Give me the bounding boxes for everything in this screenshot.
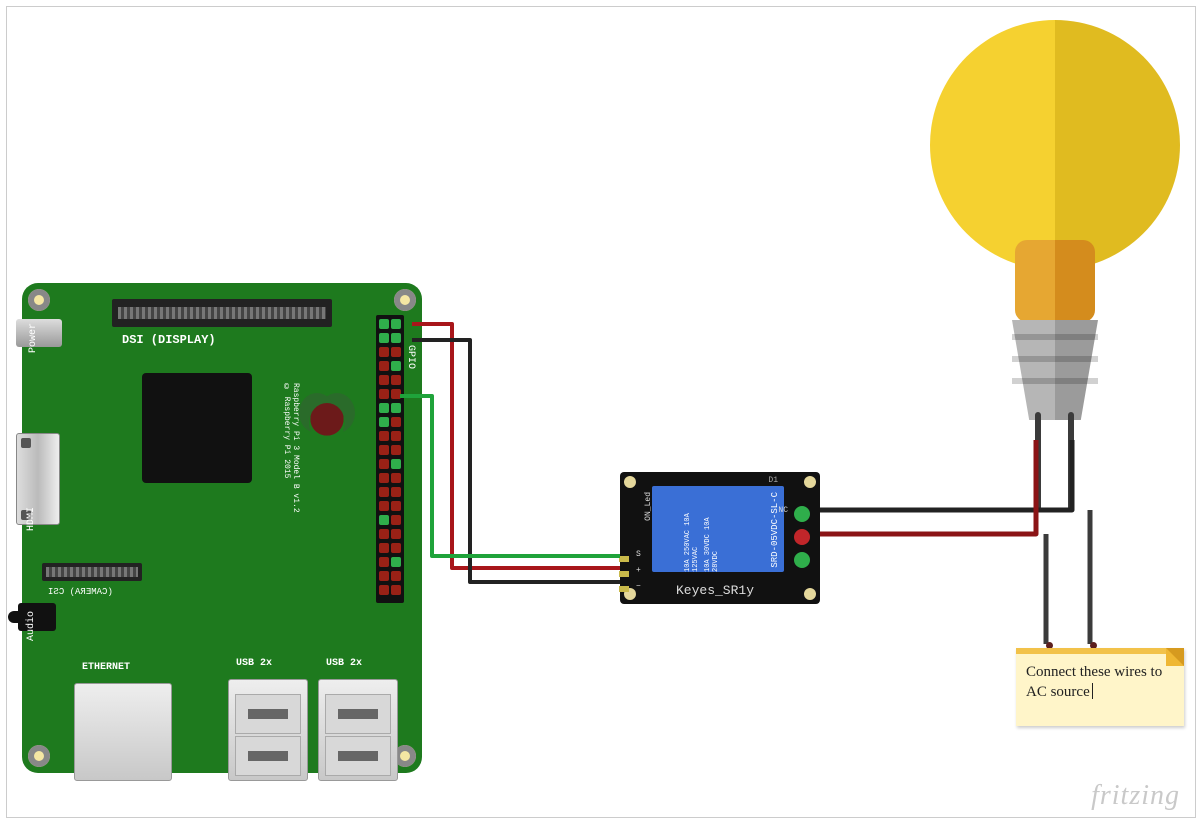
relay-body-text-1: SRD-05VDC-SL-C (770, 492, 780, 568)
gpio-pin-icon (379, 389, 389, 399)
gpio-pin-icon (379, 417, 389, 427)
diagram-canvas: Power DSI (DISPLAY) GPIO Raspberry Pi 3 … (0, 0, 1200, 822)
usb-port-icon (318, 679, 398, 781)
hdmi-port-icon (16, 433, 60, 525)
audio-jack-icon (18, 603, 56, 631)
text-cursor-icon (1092, 683, 1093, 699)
gpio-pin-icon (379, 473, 389, 483)
relay-body-icon: SRD-05VDC-SL-C 10A 250VAC 10A 125VAC 10A… (652, 486, 784, 572)
bulb-wire-icon (1035, 412, 1041, 512)
gpio-pin-icon (391, 501, 401, 511)
relay-body-text-2: 10A 250VAC 10A 125VAC (684, 496, 700, 572)
relay-module: ON_Led D1 SRD-05VDC-SL-C 10A 250VAC 10A … (620, 472, 820, 604)
gpio-pin-icon (391, 375, 401, 385)
note-fold-icon (1166, 648, 1184, 666)
gpio-pin-icon (391, 319, 401, 329)
relay-pin-gnd-icon (619, 586, 629, 592)
relay-pin-s-icon (619, 556, 629, 562)
usb-label-1: USB 2x (236, 658, 272, 669)
gpio-pin-icon (379, 487, 389, 497)
csi-connector-icon (42, 563, 142, 581)
gpio-pin-icon (379, 501, 389, 511)
bulb-wire-icon (1068, 412, 1074, 512)
power-label: Power (28, 323, 39, 353)
relay-s-label: S (636, 550, 641, 559)
relay-module-name: Keyes_SR1y (676, 583, 754, 598)
gpio-pin-icon (391, 529, 401, 539)
gpio-pin-icon (379, 431, 389, 441)
gpio-pin-icon (379, 585, 389, 595)
gpio-pin-icon (379, 347, 389, 357)
gpio-pin-icon (379, 333, 389, 343)
soc-chip-icon (142, 373, 252, 483)
mount-hole-icon (394, 289, 416, 311)
gpio-pin-icon (391, 543, 401, 553)
gpio-pin-icon (391, 473, 401, 483)
relay-terminal-nc-icon (794, 506, 810, 522)
gpio-pin-icon (379, 557, 389, 567)
gpio-pin-icon (391, 571, 401, 581)
gpio-pin-icon (391, 487, 401, 497)
gpio-pin-icon (391, 361, 401, 371)
relay-terminal-com-icon (794, 529, 810, 545)
gpio-pin-icon (391, 515, 401, 525)
gpio-pin-icon (391, 585, 401, 595)
relay-d1-label: D1 (768, 476, 778, 485)
relay-terminal-no-icon (794, 552, 810, 568)
gpio-label: GPIO (405, 345, 416, 369)
usb-port-icon (228, 679, 308, 781)
gpio-pin-icon (391, 417, 401, 427)
hdmi-label: HDMI (26, 507, 37, 531)
dsi-connector-icon (112, 299, 332, 327)
note-text: Connect these wires to AC source (1026, 664, 1162, 700)
gpio-header-icon (376, 315, 404, 603)
gpio-pin-icon (391, 459, 401, 469)
gpio-pin-icon (379, 543, 389, 553)
gpio-pin-icon (379, 515, 389, 525)
gpio-pin-icon (379, 375, 389, 385)
gpio-pin-icon (391, 333, 401, 343)
relay-pin-vcc-icon (619, 571, 629, 577)
gpio-pin-icon (379, 445, 389, 455)
relay-body-text-3: 10A 30VDC 10A 28VDC (704, 496, 720, 572)
sticky-note: Connect these wires to AC source (1016, 648, 1184, 726)
fritzing-watermark: fritzing (1091, 780, 1180, 812)
gpio-pin-icon (391, 431, 401, 441)
mount-hole-icon (624, 476, 636, 488)
gpio-pin-icon (379, 459, 389, 469)
gpio-pin-icon (391, 389, 401, 399)
csi-label: (CAMERA) CSI (48, 587, 113, 597)
mount-hole-icon (804, 588, 816, 600)
relay-gnd-label: − (636, 582, 641, 591)
relay-input-pins (614, 552, 634, 596)
dsi-label: DSI (DISPLAY) (122, 333, 216, 347)
light-bulb-icon (930, 20, 1180, 500)
audio-label: Audio (26, 611, 37, 641)
gpio-pin-icon (379, 571, 389, 581)
gpio-pin-icon (391, 403, 401, 413)
ethernet-port-icon (74, 683, 172, 781)
gpio-pin-icon (379, 319, 389, 329)
mount-hole-icon (28, 745, 50, 767)
gpio-pin-icon (391, 347, 401, 357)
board-silk-text: Raspberry Pi 3 Model B v1.2 © Raspberry … (282, 383, 300, 513)
gpio-pin-icon (379, 361, 389, 371)
relay-nc-label: NC (778, 506, 788, 515)
raspberry-pi-board: Power DSI (DISPLAY) GPIO Raspberry Pi 3 … (22, 283, 422, 773)
relay-vcc-label: + (636, 566, 641, 575)
mount-hole-icon (804, 476, 816, 488)
mount-hole-icon (28, 289, 50, 311)
gpio-pin-icon (379, 529, 389, 539)
gpio-pin-icon (391, 557, 401, 567)
relay-output-terminal (790, 502, 814, 572)
usb-label-2: USB 2x (326, 658, 362, 669)
gpio-pin-icon (391, 445, 401, 455)
micro-usb-power-icon (16, 319, 62, 347)
ethernet-label: ETHERNET (82, 662, 130, 673)
gpio-pin-icon (379, 403, 389, 413)
